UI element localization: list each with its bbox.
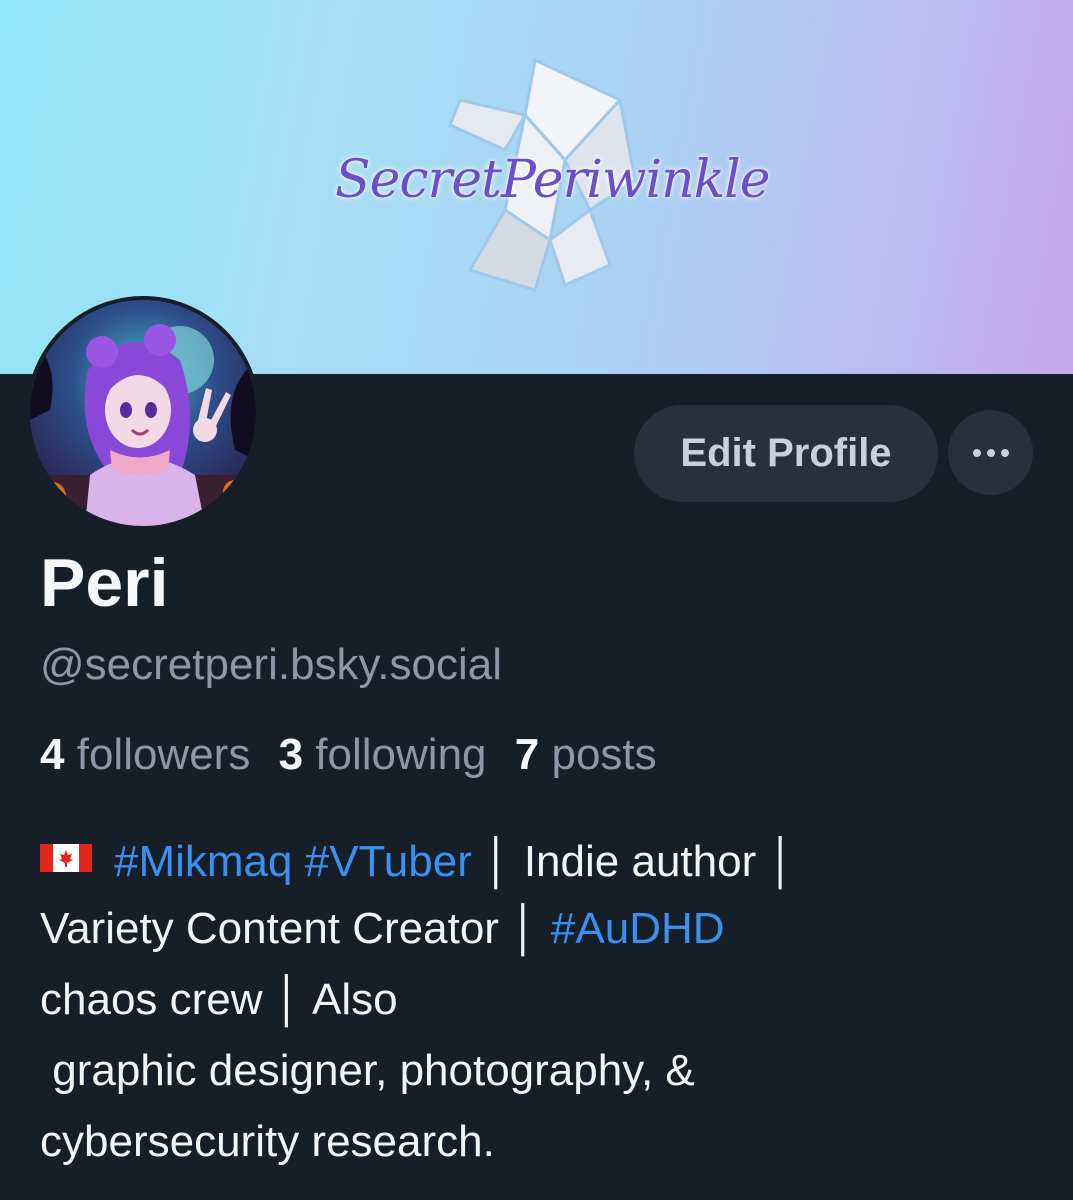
following-count: 3 xyxy=(278,730,304,779)
profile-handle: @secretperi.bsky.social xyxy=(40,640,502,689)
avatar[interactable] xyxy=(26,296,260,530)
more-options-button[interactable] xyxy=(948,410,1033,495)
bio-line-2: Variety Content Creator │ #AuDHD xyxy=(40,893,1040,964)
avatar-image xyxy=(30,300,256,526)
bio-line-1: #Mikmaq #VTuber │ Indie author │ xyxy=(40,822,1040,893)
following-label: following xyxy=(315,730,487,779)
bio-line-4: graphic designer, photography, & xyxy=(40,1046,695,1095)
hashtag-vtuber[interactable]: #VTuber xyxy=(305,837,472,886)
followers-label: followers xyxy=(76,730,251,779)
bio-text-2: Variety Content Creator │ xyxy=(40,904,551,953)
ellipsis-icon xyxy=(970,448,1012,457)
bio-text-1: │ Indie author │ xyxy=(484,837,796,886)
hashtag-mikmaq[interactable]: #Mikmaq xyxy=(114,837,293,886)
posts-stat: 7 posts xyxy=(515,730,657,779)
bio-line-5: cybersecurity research. xyxy=(40,1117,495,1166)
following-link[interactable]: 3 following xyxy=(279,730,487,779)
hashtag-audhd[interactable]: #AuDHD xyxy=(551,904,725,953)
profile-stats: 4 followers 3 following 7 posts xyxy=(40,730,657,780)
display-name: Peri xyxy=(40,545,169,621)
posts-count: 7 xyxy=(514,730,540,779)
banner-logo-text: SecretPeriwinkle xyxy=(335,150,771,210)
bio-line-3: chaos crew │ Also xyxy=(40,975,398,1024)
followers-count: 4 xyxy=(40,730,65,779)
posts-label: posts xyxy=(551,730,657,779)
edit-profile-button[interactable]: Edit Profile xyxy=(634,405,938,502)
profile-bio: #Mikmaq #VTuber │ Indie author │ Variety… xyxy=(40,822,1040,1177)
canada-flag-icon xyxy=(40,822,92,872)
followers-link[interactable]: 4 followers xyxy=(40,730,250,779)
